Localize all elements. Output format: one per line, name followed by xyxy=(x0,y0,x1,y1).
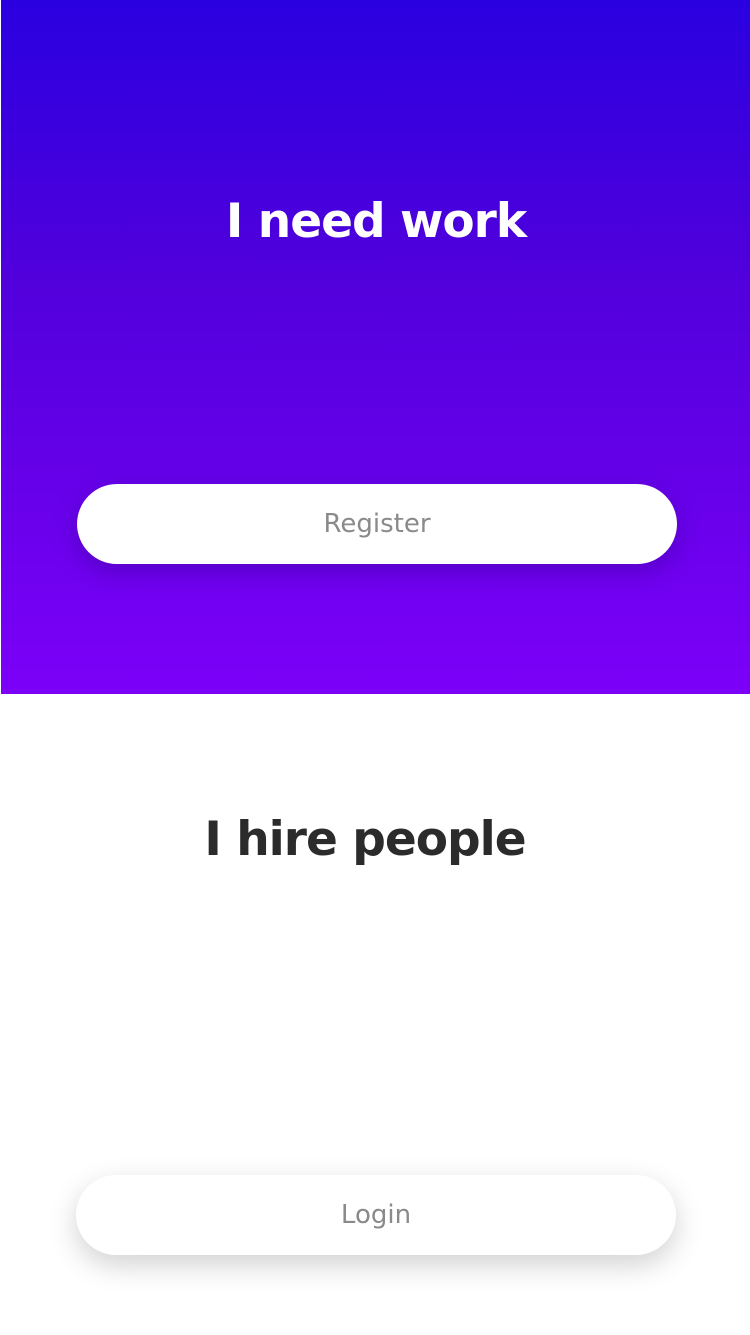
employer-panel: I hire people Login xyxy=(0,694,750,1335)
role-selection-screen: I need work Register I hire people Login xyxy=(0,0,750,1335)
worker-title: I need work xyxy=(225,194,527,249)
login-button[interactable]: Login xyxy=(76,1175,676,1255)
employer-title: I hire people xyxy=(204,812,526,867)
register-button[interactable]: Register xyxy=(77,484,677,564)
worker-panel: I need work Register xyxy=(1,0,750,694)
